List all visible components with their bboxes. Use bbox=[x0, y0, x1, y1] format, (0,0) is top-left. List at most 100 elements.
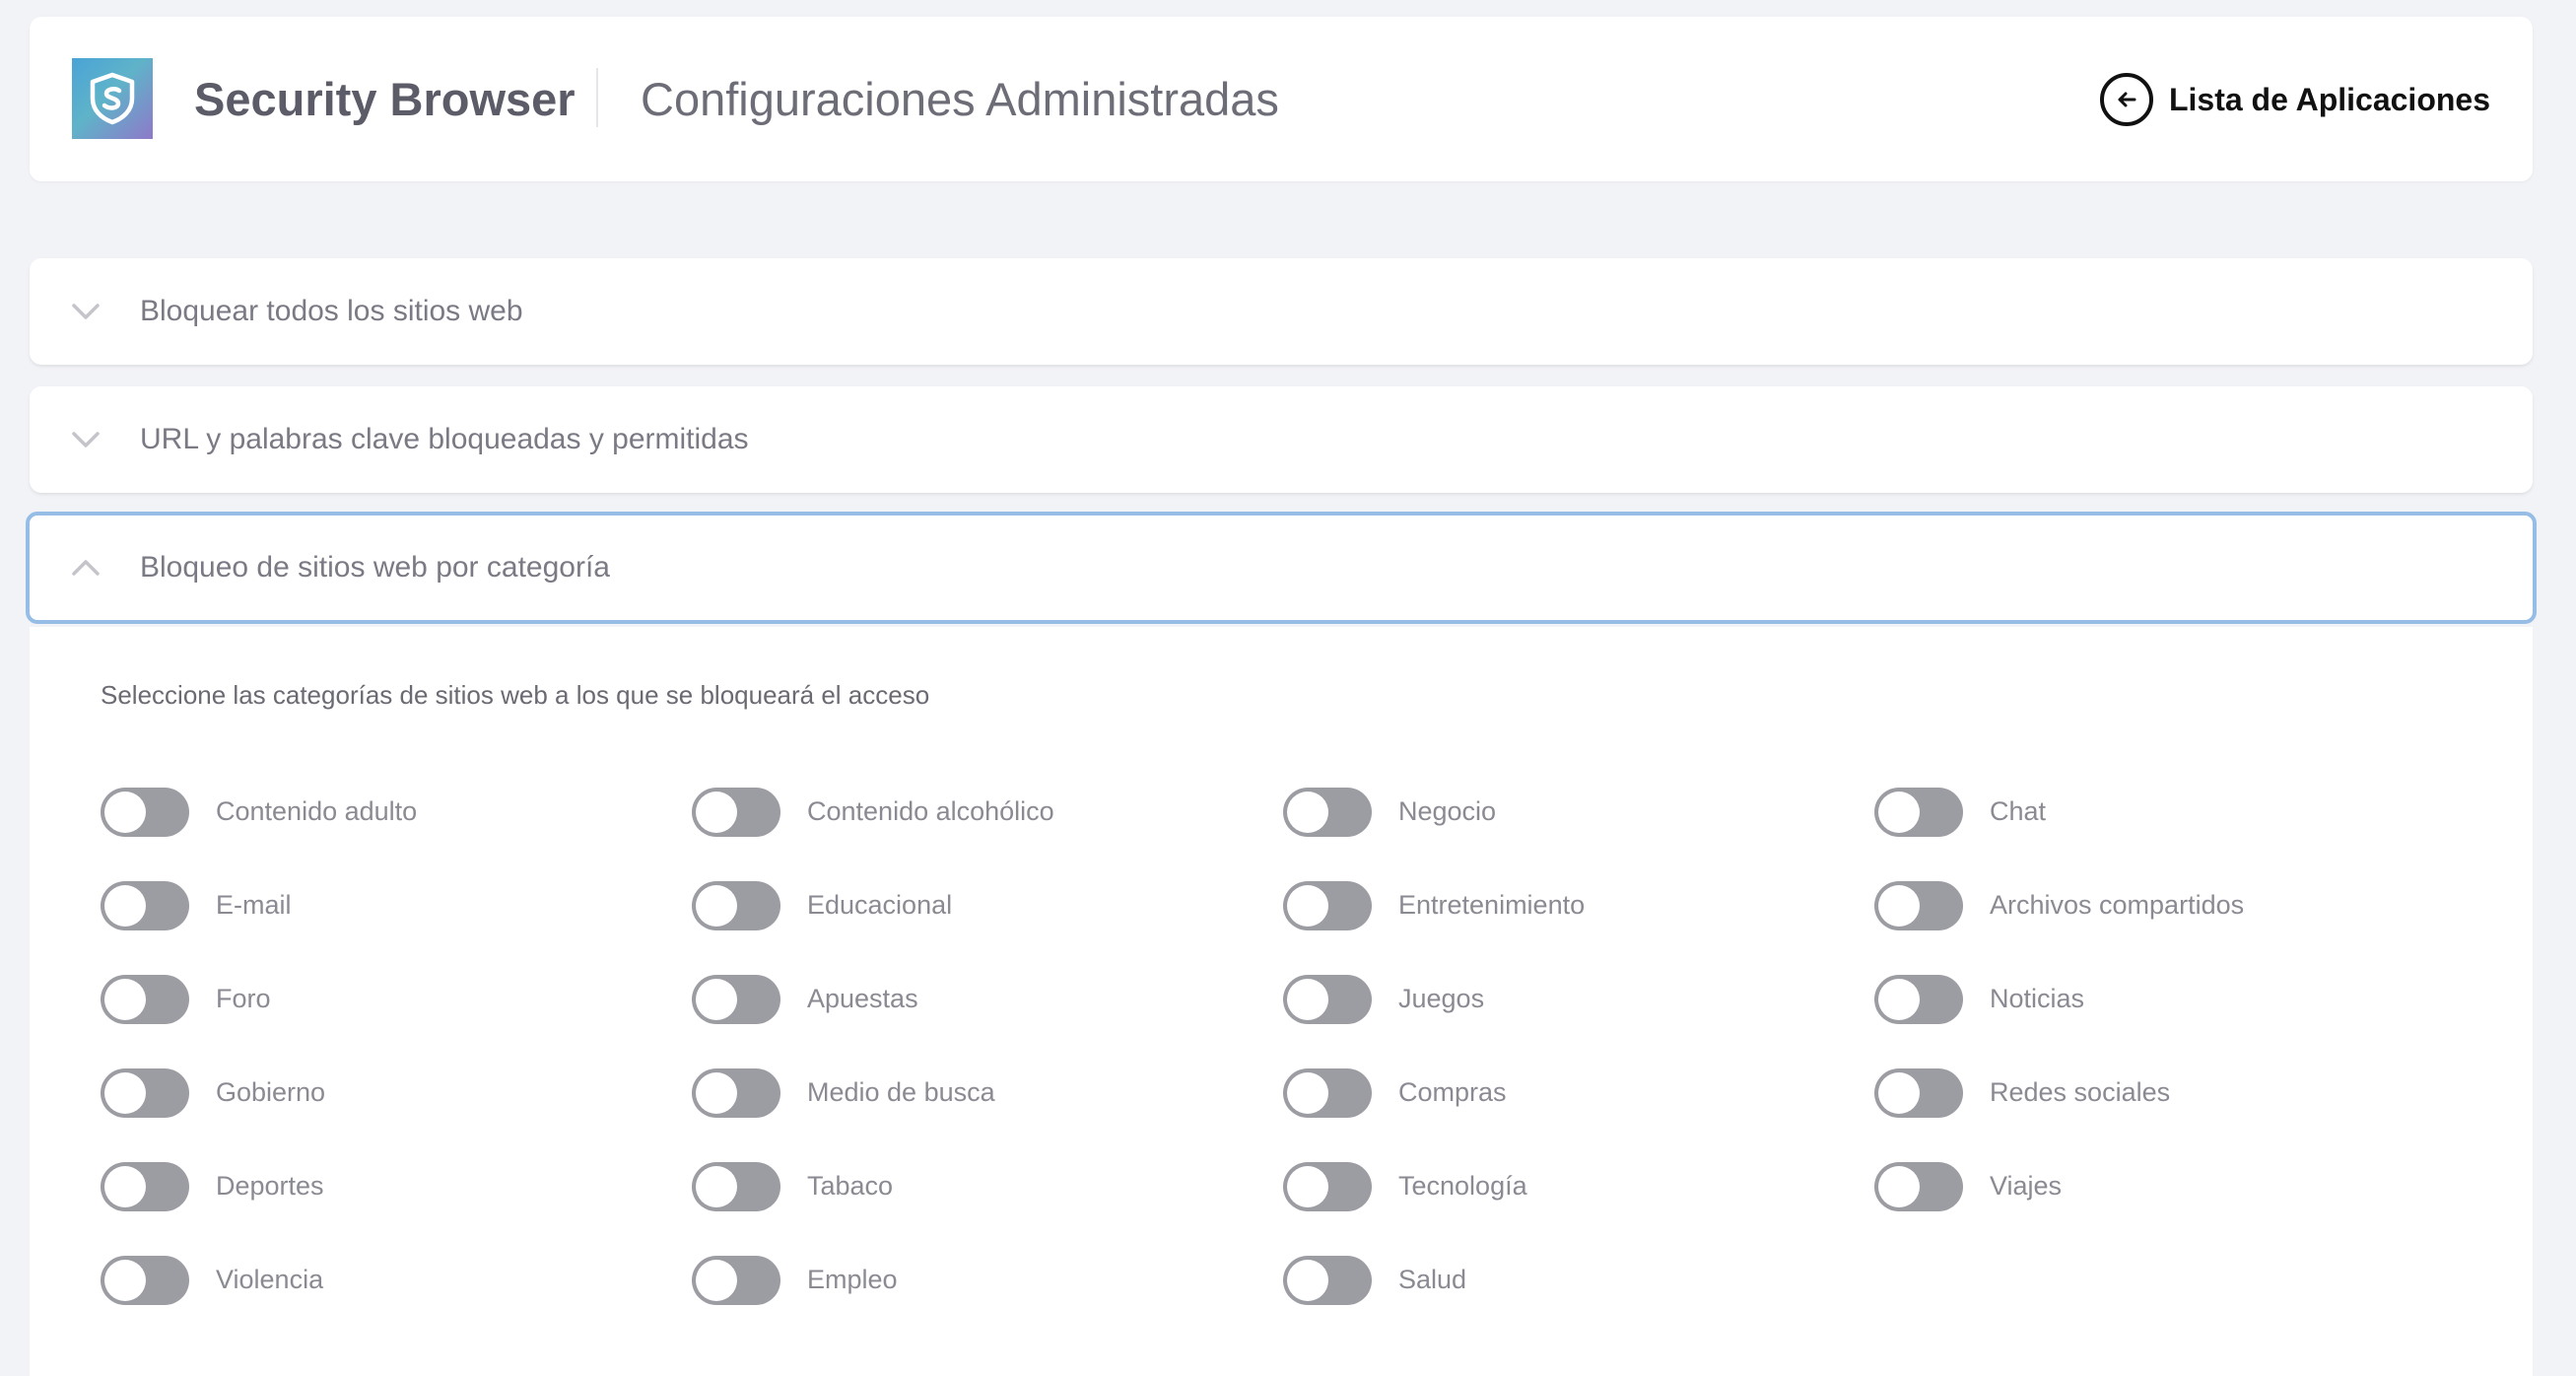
toggle-knob bbox=[104, 1165, 146, 1207]
category-toggle-item[interactable]: Compras bbox=[1283, 1046, 1874, 1139]
category-toggle-item[interactable]: Violencia bbox=[101, 1233, 692, 1327]
toggle-switch[interactable] bbox=[1283, 880, 1372, 930]
toggle-knob bbox=[696, 1259, 737, 1301]
category-section: Seleccione las categorías de sitios web … bbox=[30, 627, 2533, 1376]
category-instruction: Seleccione las categorías de sitios web … bbox=[101, 680, 930, 710]
toggle-knob bbox=[1878, 791, 1920, 833]
toggle-switch[interactable] bbox=[692, 787, 780, 837]
toggle-switch[interactable] bbox=[101, 787, 189, 837]
toggle-switch[interactable] bbox=[1283, 787, 1372, 837]
category-toggle-item[interactable]: Tabaco bbox=[692, 1139, 1283, 1233]
panel-title: URL y palabras clave bloqueadas y permit… bbox=[140, 423, 749, 455]
category-label: Chat bbox=[1990, 796, 2047, 826]
arrow-left-circle-icon bbox=[2099, 73, 2153, 126]
category-toggle-item[interactable]: Apuestas bbox=[692, 952, 1283, 1046]
chevron-up-icon bbox=[71, 553, 101, 583]
toggle-switch[interactable] bbox=[101, 880, 189, 930]
category-label: Medio de busca bbox=[807, 1077, 995, 1107]
toggle-knob bbox=[696, 978, 737, 1020]
page-title: Configuraciones Administradas bbox=[641, 73, 1279, 125]
toggle-switch[interactable] bbox=[1874, 787, 1963, 837]
category-label: Tecnología bbox=[1398, 1171, 1527, 1201]
toggle-knob bbox=[104, 884, 146, 927]
category-label: Contenido alcohólico bbox=[807, 796, 1054, 826]
toggle-switch[interactable] bbox=[1874, 1067, 1963, 1118]
category-toggle-item[interactable]: Viajes bbox=[1874, 1139, 2466, 1233]
category-toggle-item[interactable]: Redes sociales bbox=[1874, 1046, 2466, 1139]
category-label: Negocio bbox=[1398, 796, 1497, 826]
panel-block-all-sites[interactable]: Bloquear todos los sitios web bbox=[30, 258, 2533, 365]
category-label: Apuestas bbox=[807, 984, 918, 1013]
toggle-knob bbox=[104, 1259, 146, 1301]
chevron-down-icon bbox=[71, 425, 101, 454]
panel-title: Bloqueo de sitios web por categoría bbox=[140, 551, 610, 584]
category-toggle-item[interactable]: Educacional bbox=[692, 859, 1283, 952]
category-toggle-item[interactable]: Entretenimiento bbox=[1283, 859, 1874, 952]
app-header: Security Browser Configuraciones Adminis… bbox=[30, 17, 2533, 181]
panel-category-blocking[interactable]: Bloqueo de sitios web por categoría bbox=[26, 512, 2537, 624]
toggle-switch[interactable] bbox=[1874, 974, 1963, 1024]
category-label: Juegos bbox=[1398, 984, 1485, 1013]
toggle-knob bbox=[104, 1071, 146, 1114]
toggle-switch[interactable] bbox=[101, 1067, 189, 1118]
toggle-knob bbox=[1287, 884, 1328, 927]
category-toggle-item[interactable]: Noticias bbox=[1874, 952, 2466, 1046]
toggle-switch[interactable] bbox=[692, 1161, 780, 1211]
shield-s-icon bbox=[72, 58, 153, 139]
toggle-switch[interactable] bbox=[1283, 1067, 1372, 1118]
category-toggle-item[interactable]: Salud bbox=[1283, 1233, 1874, 1327]
toggle-knob bbox=[104, 978, 146, 1020]
category-label: Foro bbox=[216, 984, 271, 1013]
category-toggle-item[interactable]: Gobierno bbox=[101, 1046, 692, 1139]
category-toggle-item[interactable]: E-mail bbox=[101, 859, 692, 952]
category-toggle-item[interactable]: Empleo bbox=[692, 1233, 1283, 1327]
toggle-knob bbox=[1287, 1071, 1328, 1114]
toggle-knob bbox=[696, 791, 737, 833]
category-label: Compras bbox=[1398, 1077, 1507, 1107]
toggle-switch[interactable] bbox=[101, 974, 189, 1024]
category-label: E-mail bbox=[216, 890, 292, 920]
toggle-switch[interactable] bbox=[1283, 1255, 1372, 1305]
toggle-knob bbox=[696, 1071, 737, 1114]
toggle-switch[interactable] bbox=[1874, 1161, 1963, 1211]
category-label: Deportes bbox=[216, 1171, 324, 1201]
category-toggle-item[interactable]: Archivos compartidos bbox=[1874, 859, 2466, 952]
category-toggle-item[interactable]: Tecnología bbox=[1283, 1139, 1874, 1233]
toggle-knob bbox=[1878, 1071, 1920, 1114]
category-label: Noticias bbox=[1990, 984, 2085, 1013]
category-toggle-item[interactable]: Foro bbox=[101, 952, 692, 1046]
header-divider bbox=[596, 68, 598, 127]
toggle-switch[interactable] bbox=[101, 1161, 189, 1211]
toggle-switch[interactable] bbox=[692, 1255, 780, 1305]
chevron-down-icon bbox=[71, 297, 101, 326]
toggle-switch[interactable] bbox=[1874, 880, 1963, 930]
category-toggle-item[interactable]: Negocio bbox=[1283, 765, 1874, 859]
back-to-app-list-link[interactable]: Lista de Aplicaciones bbox=[2099, 68, 2490, 131]
toggle-switch[interactable] bbox=[692, 1067, 780, 1118]
toggle-knob bbox=[1287, 978, 1328, 1020]
category-label: Gobierno bbox=[216, 1077, 326, 1107]
toggle-switch[interactable] bbox=[692, 974, 780, 1024]
panel-title: Bloquear todos los sitios web bbox=[140, 295, 523, 327]
toggle-knob bbox=[696, 1165, 737, 1207]
toggle-switch[interactable] bbox=[692, 880, 780, 930]
toggle-knob bbox=[104, 791, 146, 833]
toggle-knob bbox=[1287, 1165, 1328, 1207]
category-label: Contenido adulto bbox=[216, 796, 418, 826]
category-label: Tabaco bbox=[807, 1171, 894, 1201]
toggle-switch[interactable] bbox=[1283, 974, 1372, 1024]
category-label: Viajes bbox=[1990, 1171, 2063, 1201]
category-toggle-item[interactable]: Medio de busca bbox=[692, 1046, 1283, 1139]
category-label: Educacional bbox=[807, 890, 953, 920]
category-label: Archivos compartidos bbox=[1990, 890, 2245, 920]
toggle-knob bbox=[1878, 1165, 1920, 1207]
panel-url-keywords[interactable]: URL y palabras clave bloqueadas y permit… bbox=[30, 386, 2533, 493]
toggle-switch[interactable] bbox=[1283, 1161, 1372, 1211]
category-toggle-item[interactable]: Contenido adulto bbox=[101, 765, 692, 859]
toggle-switch[interactable] bbox=[101, 1255, 189, 1305]
category-toggle-item[interactable]: Juegos bbox=[1283, 952, 1874, 1046]
category-label: Violencia bbox=[216, 1265, 324, 1294]
category-toggle-item[interactable]: Chat bbox=[1874, 765, 2466, 859]
category-toggle-item[interactable]: Contenido alcohólico bbox=[692, 765, 1283, 859]
category-toggle-item[interactable]: Deportes bbox=[101, 1139, 692, 1233]
